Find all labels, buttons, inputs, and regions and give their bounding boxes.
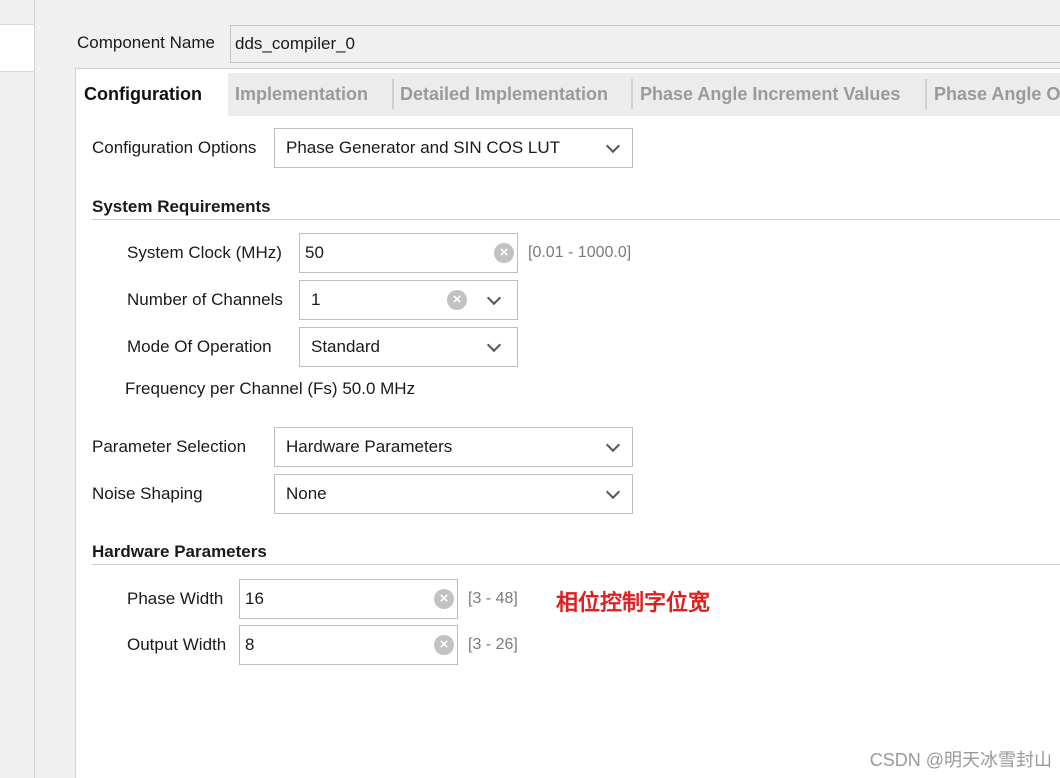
chevron-down-icon bbox=[605, 138, 621, 154]
number-of-channels-select[interactable]: 1 × bbox=[299, 280, 518, 320]
phase-width-label: Phase Width bbox=[127, 589, 224, 608]
noise-shaping-label: Noise Shaping bbox=[92, 484, 203, 503]
left-panel-item[interactable] bbox=[0, 24, 34, 72]
watermark: CSDN @明天冰雪封山 bbox=[869, 750, 1052, 770]
configuration-options-value: Phase Generator and SIN COS LUT bbox=[286, 138, 561, 157]
parameter-selection-label: Parameter Selection bbox=[92, 437, 247, 456]
noise-shaping-select[interactable]: None bbox=[274, 474, 633, 514]
component-name-label: Component Name bbox=[77, 33, 215, 52]
number-of-channels-value: 1 bbox=[311, 290, 321, 309]
tab-implementation[interactable]: Implementation bbox=[227, 73, 389, 116]
parameter-selection-select[interactable]: Hardware Parameters bbox=[274, 427, 633, 467]
output-width-input[interactable]: 8 × bbox=[239, 625, 458, 665]
clear-icon[interactable]: × bbox=[494, 243, 514, 263]
phase-width-range: [3 - 48] bbox=[468, 590, 518, 607]
phase-width-input[interactable]: 16 × bbox=[239, 579, 458, 619]
tab-phase-angle-offset[interactable]: Phase Angle O bbox=[926, 73, 1060, 116]
system-clock-input[interactable]: 50 × bbox=[299, 233, 518, 273]
config-panel bbox=[75, 68, 1060, 778]
clear-icon[interactable]: × bbox=[434, 635, 454, 655]
chevron-down-icon bbox=[486, 290, 502, 306]
system-clock-label: System Clock (MHz) bbox=[127, 243, 282, 262]
chevron-down-icon bbox=[486, 337, 502, 353]
output-width-range: [3 - 26] bbox=[468, 636, 518, 653]
output-width-value: 8 bbox=[245, 635, 255, 654]
parameter-selection-value: Hardware Parameters bbox=[286, 437, 453, 456]
system-clock-value: 50 bbox=[305, 243, 324, 262]
frequency-per-channel-text: Frequency per Channel (Fs) 50.0 MHz bbox=[125, 379, 416, 398]
hardware-parameters-heading: Hardware Parameters bbox=[92, 542, 1060, 565]
component-name-input[interactable]: dds_compiler_0 bbox=[230, 25, 1060, 63]
clear-icon[interactable]: × bbox=[434, 589, 454, 609]
mode-of-operation-value: Standard bbox=[311, 337, 380, 356]
phase-width-annotation: 相位控制字位宽 bbox=[556, 590, 711, 615]
tab-detailed-implementation[interactable]: Detailed Implementation bbox=[392, 73, 630, 116]
system-requirements-heading: System Requirements bbox=[92, 197, 1060, 220]
chevron-down-icon bbox=[605, 437, 621, 453]
tab-bar: Configuration Implementation Detailed Im… bbox=[76, 73, 1060, 116]
chevron-down-icon bbox=[605, 484, 621, 500]
phase-width-value: 16 bbox=[245, 589, 264, 608]
output-width-label: Output Width bbox=[127, 635, 227, 654]
configuration-options-select[interactable]: Phase Generator and SIN COS LUT bbox=[274, 128, 633, 168]
configuration-options-label: Configuration Options bbox=[92, 138, 257, 157]
noise-shaping-value: None bbox=[286, 484, 327, 503]
tab-phase-angle-increment-values[interactable]: Phase Angle Increment Values bbox=[632, 73, 924, 116]
tab-configuration[interactable]: Configuration bbox=[76, 73, 228, 116]
system-clock-range: [0.01 - 1000.0] bbox=[528, 244, 632, 261]
mode-of-operation-select[interactable]: Standard bbox=[299, 327, 518, 367]
mode-of-operation-label: Mode Of Operation bbox=[127, 337, 272, 356]
left-panel bbox=[0, 0, 35, 778]
number-of-channels-label: Number of Channels bbox=[127, 290, 283, 309]
clear-icon[interactable]: × bbox=[447, 290, 467, 310]
